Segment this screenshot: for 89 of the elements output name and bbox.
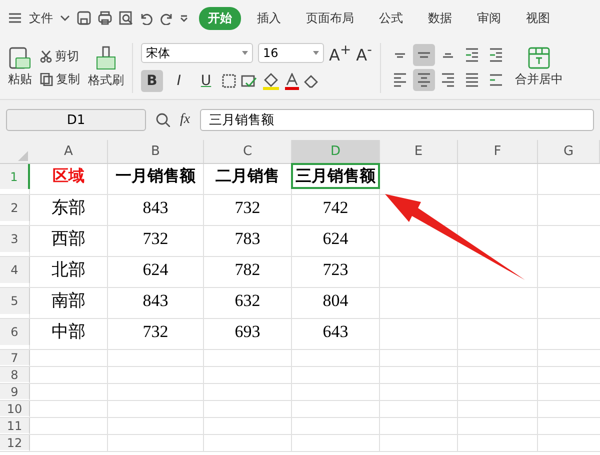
align-center-icon (416, 73, 431, 87)
table-cell-text: 783 (234, 228, 262, 250)
chevron-down-icon[interactable] (60, 15, 70, 21)
save-icon[interactable] (77, 11, 91, 25)
row-header[interactable]: 11 (0, 418, 30, 433)
table-cell-text: 804 (322, 290, 350, 312)
cell-style-icon[interactable] (241, 75, 257, 88)
table-cell-text: 843 (142, 290, 170, 312)
ribbon-tab[interactable]: 公式 (370, 6, 412, 30)
table-cell-text: 624 (142, 258, 170, 280)
align-justify-icon (464, 73, 479, 87)
table-cell-text: 782 (234, 258, 262, 280)
table-cell-text: 732 (142, 320, 170, 342)
format-painter-button[interactable]: 格式刷 (88, 72, 124, 89)
align-right-icon (440, 73, 455, 87)
dropdown-arrow-icon[interactable] (313, 51, 319, 56)
row-header[interactable]: 2 (0, 195, 30, 221)
align-distribute-icon (488, 74, 503, 86)
table-cell-text: 643 (322, 320, 350, 342)
align-outdent-icon (464, 48, 479, 62)
undo-icon[interactable] (140, 12, 153, 24)
row-header[interactable]: 10 (0, 401, 30, 416)
merge-cells-icon[interactable] (528, 47, 550, 69)
font-field[interactable]: 宋体 (141, 43, 253, 64)
more-icon[interactable] (180, 14, 188, 22)
menu-icon[interactable] (8, 12, 22, 24)
ribbon-tab[interactable]: 插入 (248, 6, 290, 30)
align-button[interactable] (412, 69, 435, 91)
copy-icon (40, 72, 53, 86)
underline-button[interactable]: U (195, 70, 217, 92)
align-middle-icon (416, 52, 431, 58)
paste-icon[interactable] (9, 47, 31, 69)
selected-cell[interactable]: 三月销售额 (291, 163, 380, 189)
merge-center-button[interactable]: 合并居中 (514, 71, 563, 88)
grow-font-button[interactable]: A$^{+}$ (329, 42, 352, 64)
align-button[interactable] (412, 44, 435, 66)
scissors-icon (40, 50, 52, 62)
row-header[interactable]: 8 (0, 367, 30, 382)
table-cell-text: 区域 (52, 166, 86, 186)
row-header[interactable]: 3 (0, 226, 30, 252)
table-cell-text: 南部 (50, 290, 86, 312)
function-button[interactable]: fx (180, 112, 190, 128)
align-left-icon (392, 73, 407, 87)
ribbon-tab[interactable]: 数据 (419, 6, 461, 30)
table-cell-text: 西部 (50, 228, 86, 250)
row-header[interactable]: 4 (0, 257, 30, 283)
font-size-field[interactable]: 16 (258, 43, 324, 64)
align-bottom-icon (442, 52, 454, 58)
table-cell-text: 北部 (50, 259, 86, 281)
table-cell-text: 624 (322, 228, 350, 250)
table-cell-text: 一月销售额 (114, 166, 196, 186)
row-header[interactable]: 9 (0, 384, 30, 399)
row-header[interactable]: 5 (0, 288, 30, 314)
bold-button[interactable]: B (141, 70, 163, 92)
redo-icon[interactable] (160, 12, 173, 24)
ribbon-tab[interactable]: 页面布局 (297, 6, 363, 30)
table-cell-text: 东部 (50, 197, 86, 219)
ribbon-tab[interactable]: 视图 (517, 6, 559, 30)
align-top-icon (394, 52, 406, 58)
row-header[interactable]: 7 (0, 350, 30, 365)
borders-icon[interactable] (222, 74, 236, 88)
table-cell-text: 632 (234, 290, 262, 312)
dropdown-arrow-icon[interactable] (242, 51, 248, 56)
table-cell-text: 732 (142, 228, 170, 250)
cell-reference-field[interactable]: D1 (6, 109, 146, 131)
table-cell-text: 742 (322, 196, 350, 218)
format-painter-icon[interactable] (96, 46, 116, 70)
shrink-font-button[interactable]: A$^{-}$ (356, 42, 372, 64)
table-cell-text: 732 (234, 196, 262, 218)
table-cell-text: 723 (322, 258, 350, 280)
italic-button[interactable]: I (168, 70, 190, 92)
table-cell-text: 二月销售 (214, 166, 280, 186)
row-header[interactable]: 6 (0, 319, 30, 345)
cut-button[interactable]: 剪切 (40, 48, 79, 64)
formula-field[interactable]: 三月销售额 (200, 109, 594, 131)
print-icon[interactable] (98, 11, 112, 25)
paste-button[interactable]: 粘贴 (8, 71, 32, 88)
zoom-icon[interactable] (156, 113, 170, 127)
print-preview-icon[interactable] (119, 11, 133, 25)
table-cell-text: 693 (234, 320, 262, 342)
row-header[interactable]: 12 (0, 435, 30, 450)
file-menu[interactable]: 文件 (29, 10, 53, 26)
fill-color-icon[interactable] (262, 72, 280, 90)
align-indent-icon (488, 48, 503, 62)
font-color-icon[interactable] (285, 72, 299, 90)
table-cell-text: 中部 (50, 321, 86, 343)
table-cell-text: 843 (142, 196, 170, 218)
ribbon-tab[interactable]: 审阅 (468, 6, 510, 30)
copy-button[interactable]: 复制 (40, 70, 80, 88)
